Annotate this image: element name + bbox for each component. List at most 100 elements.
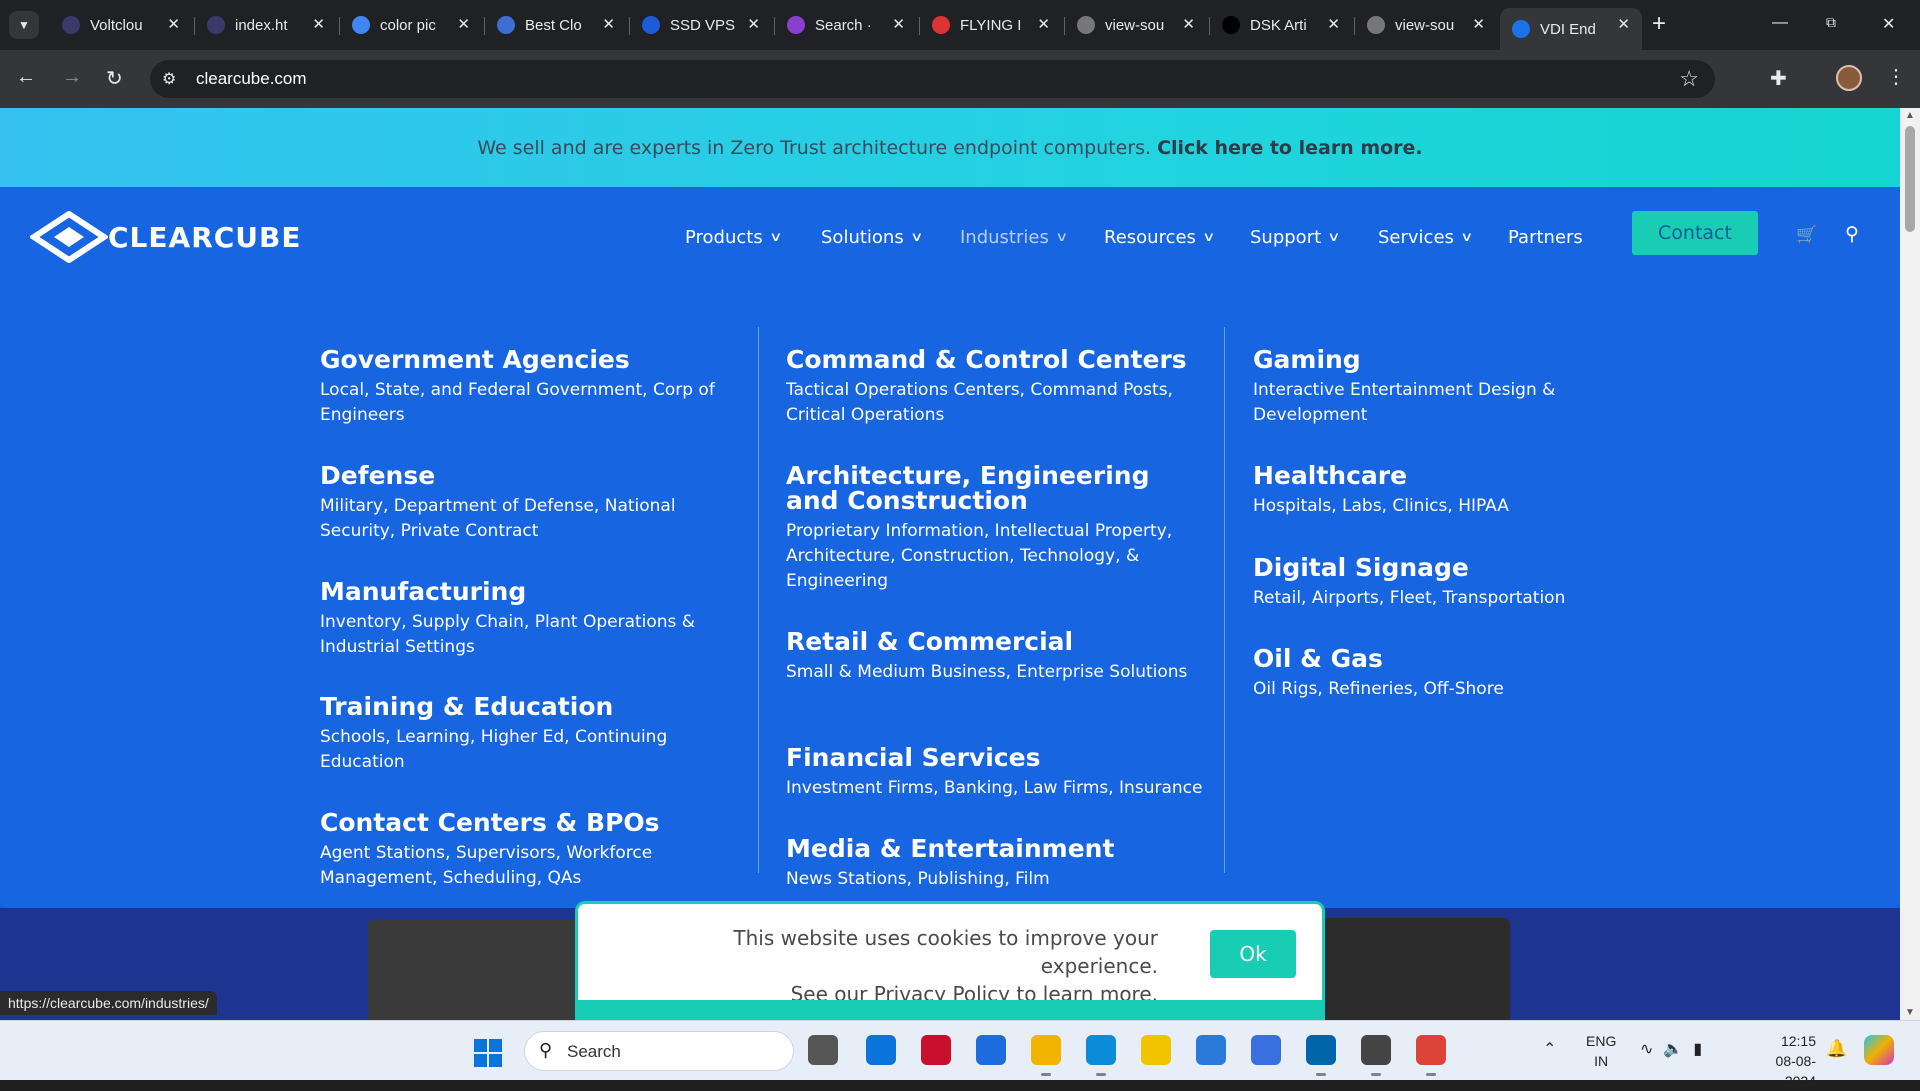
tab[interactable]: SSD VPS ✕ bbox=[629, 8, 772, 42]
industry-title[interactable]: Gaming bbox=[1253, 347, 1673, 372]
industry-item[interactable]: Training & Education Schools, Learning, H… bbox=[320, 694, 740, 775]
industry-title[interactable]: Manufacturing bbox=[320, 579, 740, 604]
nav-partners[interactable]: Partners bbox=[1508, 227, 1583, 248]
industry-item[interactable]: Digital Signage Retail, Airports, Fleet, … bbox=[1253, 555, 1673, 611]
forward-icon[interactable]: → bbox=[62, 66, 82, 89]
scroll-up-icon[interactable]: ▲ bbox=[1905, 110, 1915, 121]
industry-title[interactable]: Contact Centers & BPOs bbox=[320, 810, 740, 835]
tab[interactable]: index.ht ✕ bbox=[194, 8, 337, 42]
reload-icon[interactable]: ↻ bbox=[106, 66, 123, 91]
edge-icon[interactable] bbox=[1086, 1035, 1116, 1065]
tab[interactable]: Best Clo ✕ bbox=[484, 8, 627, 42]
nav-solutions[interactable]: Solutions ∨ bbox=[821, 227, 923, 248]
tab-close-icon[interactable]: ✕ bbox=[892, 15, 905, 33]
tab-close-icon[interactable]: ✕ bbox=[1327, 15, 1340, 33]
clock[interactable]: 12:15 08-08-2024 bbox=[1750, 1031, 1816, 1091]
profile-avatar[interactable] bbox=[1836, 65, 1862, 91]
industry-title[interactable]: Architecture, Engineering and Constructi… bbox=[786, 463, 1206, 513]
site-info-icon[interactable]: ⚙ bbox=[162, 69, 176, 89]
copilot-icon[interactable] bbox=[1864, 1035, 1894, 1065]
chrome-menu-icon[interactable]: ⋮ bbox=[1886, 64, 1906, 89]
norton-icon[interactable] bbox=[1141, 1035, 1171, 1065]
cookie-ok-button[interactable]: Ok bbox=[1210, 930, 1296, 978]
tab[interactable]: color pic ✕ bbox=[339, 8, 482, 42]
new-tab-button[interactable]: + bbox=[1652, 12, 1666, 36]
taskbar-search-box[interactable]: ⚲ Search bbox=[524, 1031, 794, 1071]
nav-support[interactable]: Support ∨ bbox=[1250, 227, 1341, 248]
nav-industries[interactable]: Industries ∨ bbox=[960, 227, 1068, 248]
scroll-down-icon[interactable]: ▼ bbox=[1905, 1007, 1915, 1018]
industry-title[interactable]: Financial Services bbox=[786, 745, 1206, 770]
obs-icon[interactable] bbox=[1361, 1035, 1391, 1065]
file-explorer-icon[interactable] bbox=[1031, 1035, 1061, 1065]
industry-title[interactable]: Government Agencies bbox=[320, 347, 740, 372]
tab[interactable]: view-sou ✕ bbox=[1354, 8, 1497, 42]
bookmark-star-icon[interactable]: ☆ bbox=[1679, 66, 1699, 92]
industry-title[interactable]: Retail & Commercial bbox=[786, 629, 1206, 654]
tab[interactable]: view-sou ✕ bbox=[1064, 8, 1207, 42]
language-indicator[interactable]: ENG IN bbox=[1586, 1031, 1616, 1071]
tab-close-icon[interactable]: ✕ bbox=[1182, 15, 1195, 33]
industry-item[interactable]: Defense Military, Department of Defense, … bbox=[320, 463, 740, 544]
system-tray[interactable]: ∿🔈▮ bbox=[1640, 1039, 1712, 1059]
industry-item[interactable]: Retail & Commercial Small & Medium Busine… bbox=[786, 629, 1206, 685]
windows-start-icon[interactable] bbox=[474, 1039, 502, 1067]
nav-resources[interactable]: Resources ∨ bbox=[1104, 227, 1215, 248]
nav-products[interactable]: Products ∨ bbox=[685, 227, 782, 248]
promo-banner[interactable]: We sell and are experts in Zero Trust ar… bbox=[0, 108, 1900, 187]
tips-icon[interactable] bbox=[1196, 1035, 1226, 1065]
banner-link[interactable]: Click here to learn more. bbox=[1157, 137, 1423, 159]
tab-close-icon[interactable]: ✕ bbox=[747, 15, 760, 33]
tab-close-icon[interactable]: ✕ bbox=[312, 15, 325, 33]
notification-bell-icon[interactable]: 🔔 bbox=[1826, 1039, 1847, 1059]
industry-item[interactable]: Gaming Interactive Entertainment Design &… bbox=[1253, 347, 1673, 428]
cart-icon[interactable]: 🛒 bbox=[1796, 225, 1817, 245]
tab[interactable]: FLYING I ✕ bbox=[919, 8, 1062, 42]
scroll-thumb[interactable] bbox=[1905, 126, 1915, 232]
industry-item[interactable]: Financial Services Investment Firms, Bank… bbox=[786, 745, 1206, 801]
tab[interactable]: VDI End ✕ bbox=[1500, 8, 1642, 50]
page-scrollbar[interactable]: ▲ ▼ bbox=[1900, 108, 1920, 1020]
industry-title[interactable]: Healthcare bbox=[1253, 463, 1673, 488]
vscode-icon[interactable] bbox=[1306, 1035, 1336, 1065]
industry-title[interactable]: Oil & Gas bbox=[1253, 646, 1673, 671]
industry-item[interactable]: Media & Entertainment News Stations, Publ… bbox=[786, 836, 1206, 892]
extensions-icon[interactable]: ✚ bbox=[1770, 66, 1787, 91]
industry-item[interactable]: Command & Control Centers Tactical Operat… bbox=[786, 347, 1206, 428]
industry-item[interactable]: Healthcare Hospitals, Labs, Clinics, HIPA… bbox=[1253, 463, 1673, 519]
volume-icon[interactable]: 🔈 bbox=[1663, 1041, 1693, 1058]
address-bar[interactable]: ⚙ clearcube.com ☆ bbox=[150, 60, 1715, 98]
store-icon[interactable] bbox=[866, 1035, 896, 1065]
battery-icon[interactable]: ▮ bbox=[1693, 1041, 1712, 1058]
task-view-icon[interactable] bbox=[808, 1035, 838, 1065]
minimize-icon[interactable]: — bbox=[1772, 14, 1788, 32]
tab-close-icon[interactable]: ✕ bbox=[1472, 15, 1485, 33]
tab-close-icon[interactable]: ✕ bbox=[602, 15, 615, 33]
industry-item[interactable]: Oil & Gas Oil Rigs, Refineries, Off-Shore bbox=[1253, 646, 1673, 702]
industry-title[interactable]: Digital Signage bbox=[1253, 555, 1673, 580]
tab[interactable]: Voltclou ✕ bbox=[50, 8, 192, 42]
tab-search-button[interactable]: ▼ bbox=[9, 11, 39, 39]
myasus-icon[interactable] bbox=[976, 1035, 1006, 1065]
nav-services[interactable]: Services ∨ bbox=[1378, 227, 1473, 248]
industry-title[interactable]: Training & Education bbox=[320, 694, 740, 719]
url-text[interactable]: clearcube.com bbox=[196, 69, 307, 89]
industry-item[interactable]: Government Agencies Local, State, and Fed… bbox=[320, 347, 740, 428]
tab[interactable]: Search · ✕ bbox=[774, 8, 917, 42]
back-icon[interactable]: ← bbox=[16, 66, 36, 89]
clearcube-logo[interactable]: CLEARCUBE bbox=[30, 211, 302, 263]
industry-title[interactable]: Command & Control Centers bbox=[786, 347, 1206, 372]
tab-close-icon[interactable]: ✕ bbox=[1617, 15, 1630, 33]
show-hidden-icons-icon[interactable]: ⌃ bbox=[1543, 1039, 1556, 1059]
mcafee-icon[interactable] bbox=[921, 1035, 951, 1065]
chrome-icon[interactable] bbox=[1416, 1035, 1446, 1065]
tab[interactable]: DSK Arti ✕ bbox=[1209, 8, 1352, 42]
close-window-icon[interactable]: ✕ bbox=[1882, 14, 1895, 34]
industry-item[interactable]: Manufacturing Inventory, Supply Chain, Pl… bbox=[320, 579, 740, 660]
search-icon[interactable]: ⚲ bbox=[1845, 223, 1859, 246]
wifi-icon[interactable]: ∿ bbox=[1640, 1041, 1663, 1058]
industry-title[interactable]: Defense bbox=[320, 463, 740, 488]
industry-title[interactable]: Media & Entertainment bbox=[786, 836, 1206, 861]
contact-button[interactable]: Contact bbox=[1632, 211, 1758, 255]
tab-close-icon[interactable]: ✕ bbox=[457, 15, 470, 33]
